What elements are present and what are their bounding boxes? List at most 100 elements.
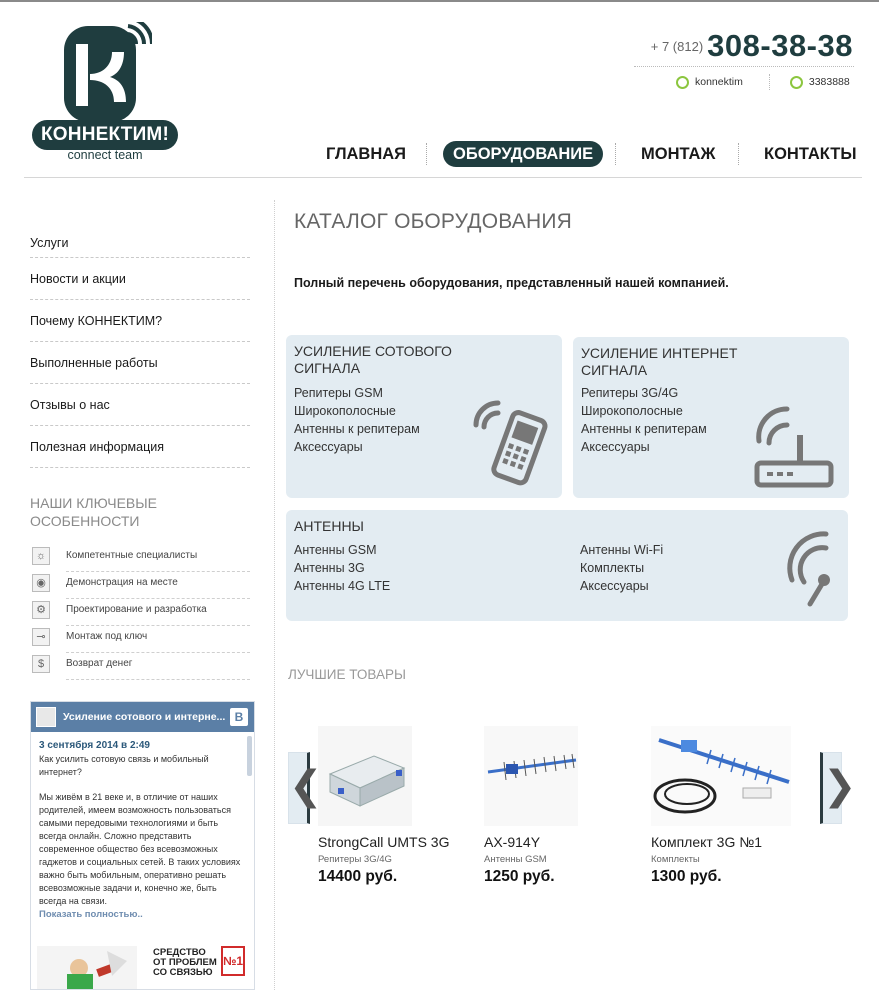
carousel-next-button[interactable]: ❯ [820,752,857,824]
main-nav: ГЛАВНАЯ ОБОРУДОВАНИЕ МОНТАЖ КОНТАКТЫ [310,141,870,169]
best-products-title: ЛУЧШИЕ ТОВАРЫ [288,667,406,682]
vk-scrollbar[interactable] [247,736,252,776]
card-link[interactable]: Аксессуары [294,438,420,456]
product-name[interactable]: AX-914Y [484,834,540,850]
card-links: Репитеры GSM Широкополосные Антенны к ре… [294,384,420,456]
feature-label: Компетентные специалисты [66,550,198,561]
card-title[interactable]: АНТЕННЫ [294,518,364,535]
gear-icon: ⚙ [32,601,50,619]
eye-icon: ◉ [32,574,50,592]
feature-item: ☼ Компетентные специалисты [32,545,250,572]
skype-icon [676,75,689,89]
product-price: 14400 руб. [318,868,398,885]
vk-header[interactable]: Усиление сотового и интерне... B [31,702,254,732]
feature-item: $ Возврат денег [32,653,250,680]
vk-show-more-link[interactable]: Показать полностью.. [39,909,242,920]
product-image[interactable] [318,726,468,826]
sidebar-item-why[interactable]: Почему КОННЕКТИМ? [30,300,250,342]
card-title-line: УСИЛЕНИЕ ИНТЕРНЕТ [581,345,738,361]
feature-item: ⊸ Монтаж под ключ [32,626,250,653]
card-title-line: СИГНАЛА [294,360,361,376]
card-link[interactable]: Аксессуары [580,577,663,595]
nav-item-home[interactable]: ГЛАВНАЯ [316,141,416,167]
feature-label: Монтаж под ключ [66,631,148,642]
card-link[interactable]: Широкополосные [581,402,707,420]
antenna-icon [787,531,830,607]
category-card-internet[interactable]: УСИЛЕНИЕ ИНТЕРНЕТ СИГНАЛА Репитеры 3G/4G… [573,337,849,498]
card-link[interactable]: Антенны 3G [294,559,390,577]
header-divider [24,177,862,178]
card-link[interactable]: Антенны GSM [294,541,390,559]
feature-item: ⚙ Проектирование и разработка [32,599,250,626]
card-link[interactable]: Антенны Wi-Fi [580,541,663,559]
product-category: Комплекты [651,854,700,865]
sidebar-item-works[interactable]: Выполненные работы [30,342,250,384]
card-link[interactable]: Антенны к репитерам [581,420,707,438]
icq-number[interactable]: 3383888 [809,76,850,88]
page-title: КАТАЛОГ ОБОРУДОВАНИЯ [294,210,572,233]
key-icon: ⊸ [32,628,50,646]
nav-separator [738,143,739,165]
product-name[interactable]: StrongCall UMTS 3G [318,834,449,850]
card-link[interactable]: Аксессуары [581,438,707,456]
logo-mark-icon [64,22,152,122]
card-title[interactable]: УСИЛЕНИЕ ИНТЕРНЕТ СИГНАЛА [581,345,737,379]
product-price: 1300 руб. [651,868,722,885]
card-links-right: Антенны Wi-Fi Комплекты Аксессуары [580,541,663,595]
product-image[interactable] [651,726,801,826]
promo-line: СО СВЯЗЬЮ [153,967,213,978]
card-link[interactable]: Антенны 4G LTE [294,577,390,595]
card-link[interactable]: Репитеры GSM [294,384,420,402]
product-category: Репитеры 3G/4G [318,854,392,865]
phone-divider [634,66,854,67]
router-icon [754,406,834,488]
feature-label: Возврат денег [66,658,133,669]
vk-post-date[interactable]: 3 сентября 2014 в 2:49 [39,740,242,751]
sidebar-item-services[interactable]: Услуги [30,220,250,258]
contacts-separator [768,74,770,90]
card-links: Репитеры 3G/4G Широкополосные Антенны к … [581,384,707,456]
sidebar-item-info[interactable]: Полезная информация [30,426,250,468]
logo[interactable]: КОННЕКТИМ! connect team [30,16,180,166]
nav-separator [426,143,427,165]
vk-widget: Усиление сотового и интерне... B 3 сентя… [30,701,255,990]
category-card-cellular[interactable]: УСИЛЕНИЕ СОТОВОГО СИГНАЛА Репитеры GSM Ш… [286,335,562,498]
product-category: Антенны GSM [484,854,547,865]
skype-handle[interactable]: konnektim [695,76,743,88]
card-link[interactable]: Широкополосные [294,402,420,420]
vk-post: 3 сентября 2014 в 2:49 Как усилить сотов… [31,732,254,920]
card-title[interactable]: УСИЛЕНИЕ СОТОВОГО СИГНАЛА [294,343,452,377]
card-link[interactable]: Антенны к репитерам [294,420,420,438]
nav-item-installation[interactable]: МОНТАЖ [631,141,725,167]
features-list: ☼ Компетентные специалисты ◉ Демонстраци… [30,545,250,680]
card-links-left: Антенны GSM Антенны 3G Антенны 4G LTE [294,541,390,595]
nav-item-contacts[interactable]: КОНТАКТЫ [754,141,867,167]
vk-group-avatar [36,707,56,727]
nav-separator [615,143,616,165]
card-title-line: УСИЛЕНИЕ СОТОВОГО [294,343,452,359]
column-divider [274,200,275,990]
card-link[interactable]: Комплекты [580,559,663,577]
vk-post-image [37,946,137,989]
page-lead: Полный перечень оборудования, представле… [294,276,729,290]
logo-wordmark: КОННЕКТИМ! [32,120,178,150]
carousel-prev-button[interactable]: ❮ [288,752,323,824]
vk-group-title: Усиление сотового и интерне... [63,711,226,723]
lightbulb-icon: ☼ [32,547,50,565]
top-border [0,0,879,2]
phone-prefix: + 7 (812) [650,39,704,54]
sidebar-item-news[interactable]: Новости и акции [30,258,250,300]
product-image[interactable] [484,726,634,826]
product-name[interactable]: Комплект 3G №1 [651,834,762,850]
sidebar-item-reviews[interactable]: Отзывы о нас [30,384,250,426]
nav-item-equipment[interactable]: ОБОРУДОВАНИЕ [443,141,604,167]
card-link[interactable]: Репитеры 3G/4G [581,384,707,402]
vk-promo-badge: №1 [221,946,245,976]
vk-logo-icon: B [230,708,248,726]
feature-item: ◉ Демонстрация на месте [32,572,250,599]
vk-post-text: Мы живём в 21 веке и, в отличие от наших… [39,792,241,906]
features-title: НАШИ КЛЮЧЕВЫЕ ОСОБЕННОСТИ [30,495,157,529]
phone-number[interactable]: 308-38-38 [707,28,853,63]
logo-tagline: connect team [67,148,143,162]
category-card-antennas[interactable]: АНТЕННЫ Антенны GSM Антенны 3G Антенны 4… [286,510,848,621]
